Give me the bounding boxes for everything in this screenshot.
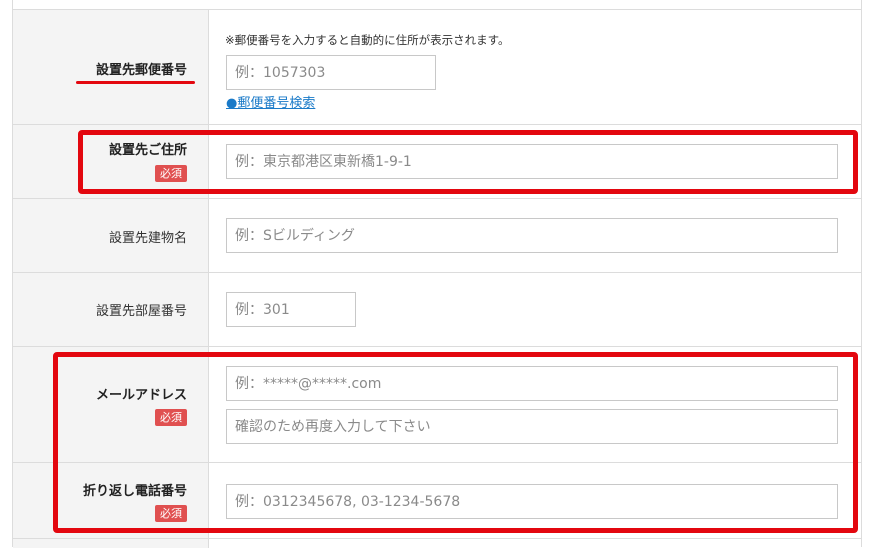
room-label-cell: 設置先部屋番号 <box>13 273 209 347</box>
contact-highlight-box <box>53 352 858 533</box>
postal-search-link[interactable]: ●郵便番号検索 <box>226 92 315 111</box>
postal-field-cell: ※郵便番号を入力すると自動的に住所が表示されます。 ●郵便番号検索 <box>209 10 861 125</box>
building-field-cell <box>209 199 861 273</box>
room-row: 設置先部屋番号 <box>13 272 861 347</box>
postal-underline-annotation <box>76 81 195 84</box>
room-field-cell <box>209 273 861 347</box>
address-highlight-box <box>78 130 858 194</box>
postal-label: 設置先郵便番号 <box>95 63 187 78</box>
postal-row: 設置先郵便番号 ※郵便番号を入力すると自動的に住所が表示されます。 ●郵便番号検… <box>13 9 861 125</box>
building-input[interactable] <box>226 218 838 253</box>
postal-label-cell: 設置先郵便番号 <box>13 10 209 125</box>
room-label: 設置先部屋番号 <box>95 304 187 319</box>
building-label: 設置先建物名 <box>108 231 187 246</box>
postal-code-input[interactable] <box>226 55 436 90</box>
postal-note: ※郵便番号を入力すると自動的に住所が表示されます。 <box>225 33 510 47</box>
building-label-cell: 設置先建物名 <box>13 199 209 273</box>
building-row: 設置先建物名 <box>13 198 861 273</box>
room-input[interactable] <box>226 292 356 327</box>
